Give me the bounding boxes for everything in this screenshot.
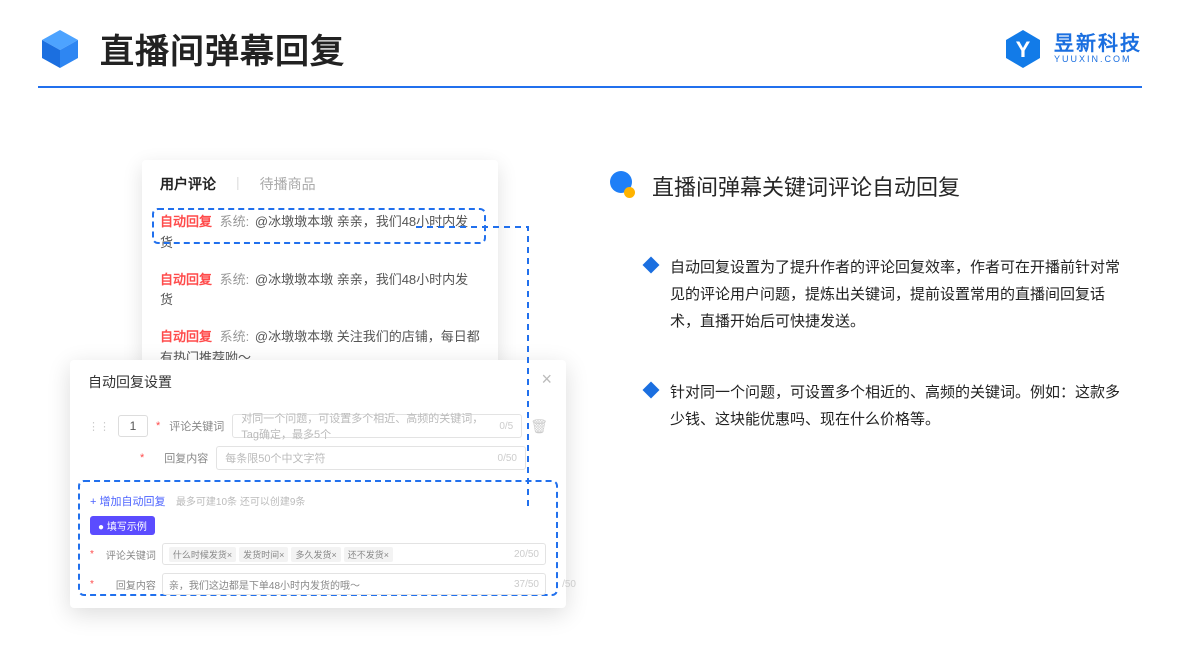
page-title: 直播间弹幕回复: [100, 24, 345, 73]
right-column: 直播间弹幕关键词评论自动回复 自动回复设置为了提升作者的评论回复效率，作者可在开…: [610, 170, 1130, 477]
brand-icon: Y: [1002, 28, 1044, 70]
keyword-input[interactable]: 对同一个问题，可设置多个相近、高频的关键词，Tag确定，最多5个 0/5: [232, 414, 522, 438]
screenshot-mockups: 用户评论 | 待播商品 自动回复 系统: @冰墩墩本墩 亲亲，我们48小时内发货…: [70, 160, 570, 620]
bullet-1: 自动回复设置为了提升作者的评论回复效率，作者可在开播前针对常见的评论用户问题，提…: [646, 254, 1130, 335]
example-chip: ● 填写示例: [90, 516, 155, 535]
dot-icon: [610, 171, 640, 201]
drag-handle-icon[interactable]: ⋮⋮: [88, 420, 110, 433]
add-auto-reply-link[interactable]: + 增加自动回复: [90, 496, 165, 508]
page-header: 直播间弹幕回复 Y 昱新科技 YUUXIN.COM: [38, 24, 1142, 73]
comment-panel: 用户评论 | 待播商品 自动回复 系统: @冰墩墩本墩 亲亲，我们48小时内发货…: [142, 160, 498, 370]
rule-number: 1: [118, 415, 148, 437]
auto-reply-badge: 自动回复: [160, 214, 212, 229]
tab-pending-goods[interactable]: 待播商品: [260, 174, 316, 194]
brand-name-en: YUUXIN.COM: [1054, 55, 1142, 65]
example-tags: 什么时候发货× 发货时间× 多久发货× 还不发货×: [169, 547, 393, 562]
label-reply: 回复内容: [152, 450, 208, 466]
svg-text:Y: Y: [1016, 37, 1031, 62]
subheading: 直播间弹幕关键词评论自动回复: [610, 170, 1130, 202]
add-hint: 最多可建10条 还可以创建9条: [176, 497, 305, 508]
delete-icon[interactable]: 🗑: [530, 418, 548, 435]
reply-input[interactable]: 每条限50个中文字符 0/50: [216, 446, 526, 470]
brand-logo: Y 昱新科技 YUUXIN.COM: [1002, 28, 1142, 70]
diamond-icon: [644, 258, 658, 272]
diamond-icon: [644, 383, 658, 397]
example-reply-box: 亲，我们这边都是下单48小时内发货的哦～ 37/50: [162, 573, 546, 595]
example-keyword-box: 什么时候发货× 发货时间× 多久发货× 还不发货× 20/50: [162, 543, 546, 565]
comment-row-2: 自动回复 系统: @冰墩墩本墩 亲亲，我们48小时内发货: [160, 262, 480, 320]
brand-name-cn: 昱新科技: [1054, 33, 1142, 55]
highlight-box-bottom: + 增加自动回复 最多可建10条 还可以创建9条 ● 填写示例 * 评论关键词 …: [78, 480, 558, 596]
label-keyword: 评论关键词: [168, 418, 224, 434]
auto-reply-settings-panel: 自动回复设置 × ⋮⋮ 1 * 评论关键词 对同一个问题，可设置多个相近、高频的…: [70, 360, 566, 608]
tab-user-comments[interactable]: 用户评论: [160, 174, 216, 194]
close-icon[interactable]: ×: [541, 370, 552, 388]
comment-row-1: 自动回复 系统: @冰墩墩本墩 亲亲，我们48小时内发货: [160, 204, 480, 262]
bullet-2: 针对同一个问题，可设置多个相近的、高频的关键词。例如：这款多少钱、这块能优惠吗、…: [646, 379, 1130, 433]
tab-separator: |: [236, 174, 240, 194]
cube-icon: [38, 27, 82, 71]
header-divider: [38, 86, 1142, 88]
settings-title: 自动回复设置: [88, 372, 548, 392]
